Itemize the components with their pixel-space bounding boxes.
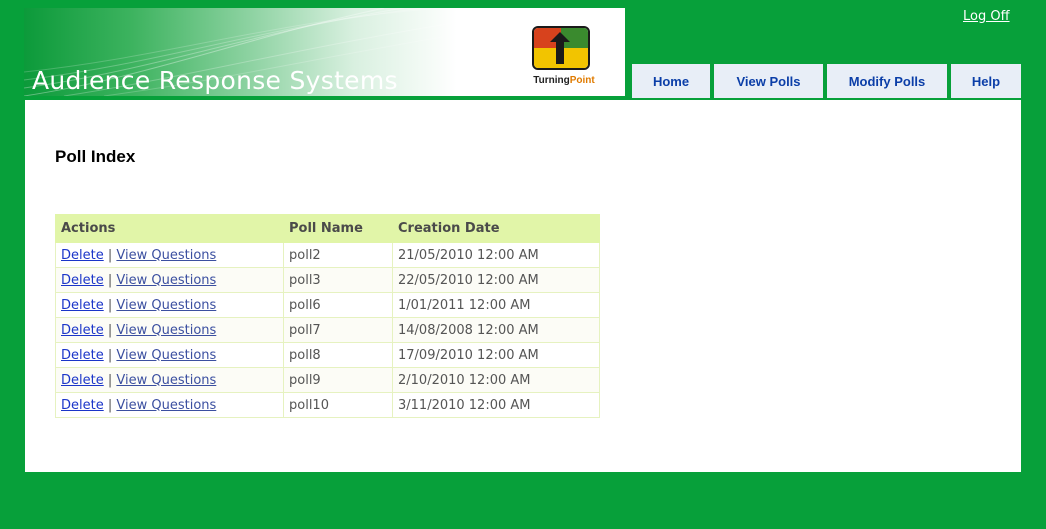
actions-cell: Delete | View Questions bbox=[55, 367, 284, 393]
action-separator: | bbox=[107, 247, 113, 263]
creation-date-cell: 21/05/2010 12:00 AM bbox=[392, 242, 600, 268]
poll-name-cell: poll9 bbox=[283, 367, 393, 393]
table-row: Delete | View Questions poll8 17/09/2010… bbox=[55, 342, 600, 368]
page-title: Poll Index bbox=[55, 147, 136, 166]
app-title: Audience Response Systems bbox=[32, 66, 398, 95]
creation-date-cell: 22/05/2010 12:00 AM bbox=[392, 267, 600, 293]
tab-help[interactable]: Help bbox=[951, 64, 1021, 98]
delete-link[interactable]: Delete bbox=[61, 273, 104, 288]
delete-link[interactable]: Delete bbox=[61, 248, 104, 263]
view-questions-link[interactable]: View Questions bbox=[116, 248, 216, 263]
actions-cell: Delete | View Questions bbox=[55, 392, 284, 418]
poll-name-cell: poll10 bbox=[283, 392, 393, 418]
actions-cell: Delete | View Questions bbox=[55, 292, 284, 318]
actions-cell: Delete | View Questions bbox=[55, 242, 284, 268]
poll-name-cell: poll7 bbox=[283, 317, 393, 343]
view-questions-link[interactable]: View Questions bbox=[116, 373, 216, 388]
action-separator: | bbox=[107, 347, 113, 363]
action-separator: | bbox=[107, 372, 113, 388]
table-row: Delete | View Questions poll6 1/01/2011 … bbox=[55, 292, 600, 318]
main-content: Poll Index Actions Poll Name Creation Da… bbox=[25, 100, 1021, 472]
poll-table: Actions Poll Name Creation Date Delete |… bbox=[55, 214, 600, 418]
delete-link[interactable]: Delete bbox=[61, 298, 104, 313]
column-header-poll-name: Poll Name bbox=[283, 214, 393, 243]
poll-name-cell: poll2 bbox=[283, 242, 393, 268]
view-questions-link[interactable]: View Questions bbox=[116, 298, 216, 313]
turningpoint-logo-icon bbox=[532, 26, 590, 70]
tab-home[interactable]: Home bbox=[632, 64, 710, 98]
action-separator: | bbox=[107, 397, 113, 413]
poll-name-cell: poll3 bbox=[283, 267, 393, 293]
actions-cell: Delete | View Questions bbox=[55, 317, 284, 343]
action-separator: | bbox=[107, 272, 113, 288]
tab-modify-polls[interactable]: Modify Polls bbox=[827, 64, 947, 98]
view-questions-link[interactable]: View Questions bbox=[116, 323, 216, 338]
table-row: Delete | View Questions poll3 22/05/2010… bbox=[55, 267, 600, 293]
poll-name-cell: poll6 bbox=[283, 292, 393, 318]
action-separator: | bbox=[107, 297, 113, 313]
table-row: Delete | View Questions poll7 14/08/2008… bbox=[55, 317, 600, 343]
table-header-row: Actions Poll Name Creation Date bbox=[55, 214, 600, 243]
turningpoint-logo: TurningPoint bbox=[522, 26, 602, 90]
creation-date-cell: 2/10/2010 12:00 AM bbox=[392, 367, 600, 393]
view-questions-link[interactable]: View Questions bbox=[116, 398, 216, 413]
delete-link[interactable]: Delete bbox=[61, 398, 104, 413]
action-separator: | bbox=[107, 322, 113, 338]
creation-date-cell: 3/11/2010 12:00 AM bbox=[392, 392, 600, 418]
table-row: Delete | View Questions poll2 21/05/2010… bbox=[55, 242, 600, 268]
view-questions-link[interactable]: View Questions bbox=[116, 348, 216, 363]
turningpoint-logo-text: TurningPoint bbox=[533, 75, 595, 86]
creation-date-cell: 14/08/2008 12:00 AM bbox=[392, 317, 600, 343]
creation-date-cell: 17/09/2010 12:00 AM bbox=[392, 342, 600, 368]
tab-view-polls[interactable]: View Polls bbox=[714, 64, 823, 98]
poll-name-cell: poll8 bbox=[283, 342, 393, 368]
header-banner: Audience Response Systems TurningPoint bbox=[24, 8, 625, 96]
actions-cell: Delete | View Questions bbox=[55, 267, 284, 293]
delete-link[interactable]: Delete bbox=[61, 373, 104, 388]
column-header-actions: Actions bbox=[55, 214, 284, 243]
delete-link[interactable]: Delete bbox=[61, 348, 104, 363]
actions-cell: Delete | View Questions bbox=[55, 342, 284, 368]
delete-link[interactable]: Delete bbox=[61, 323, 104, 338]
creation-date-cell: 1/01/2011 12:00 AM bbox=[392, 292, 600, 318]
table-row: Delete | View Questions poll9 2/10/2010 … bbox=[55, 367, 600, 393]
view-questions-link[interactable]: View Questions bbox=[116, 273, 216, 288]
log-off-link[interactable]: Log Off bbox=[963, 9, 1010, 24]
column-header-creation-date: Creation Date bbox=[392, 214, 600, 243]
table-row: Delete | View Questions poll10 3/11/2010… bbox=[55, 392, 600, 418]
